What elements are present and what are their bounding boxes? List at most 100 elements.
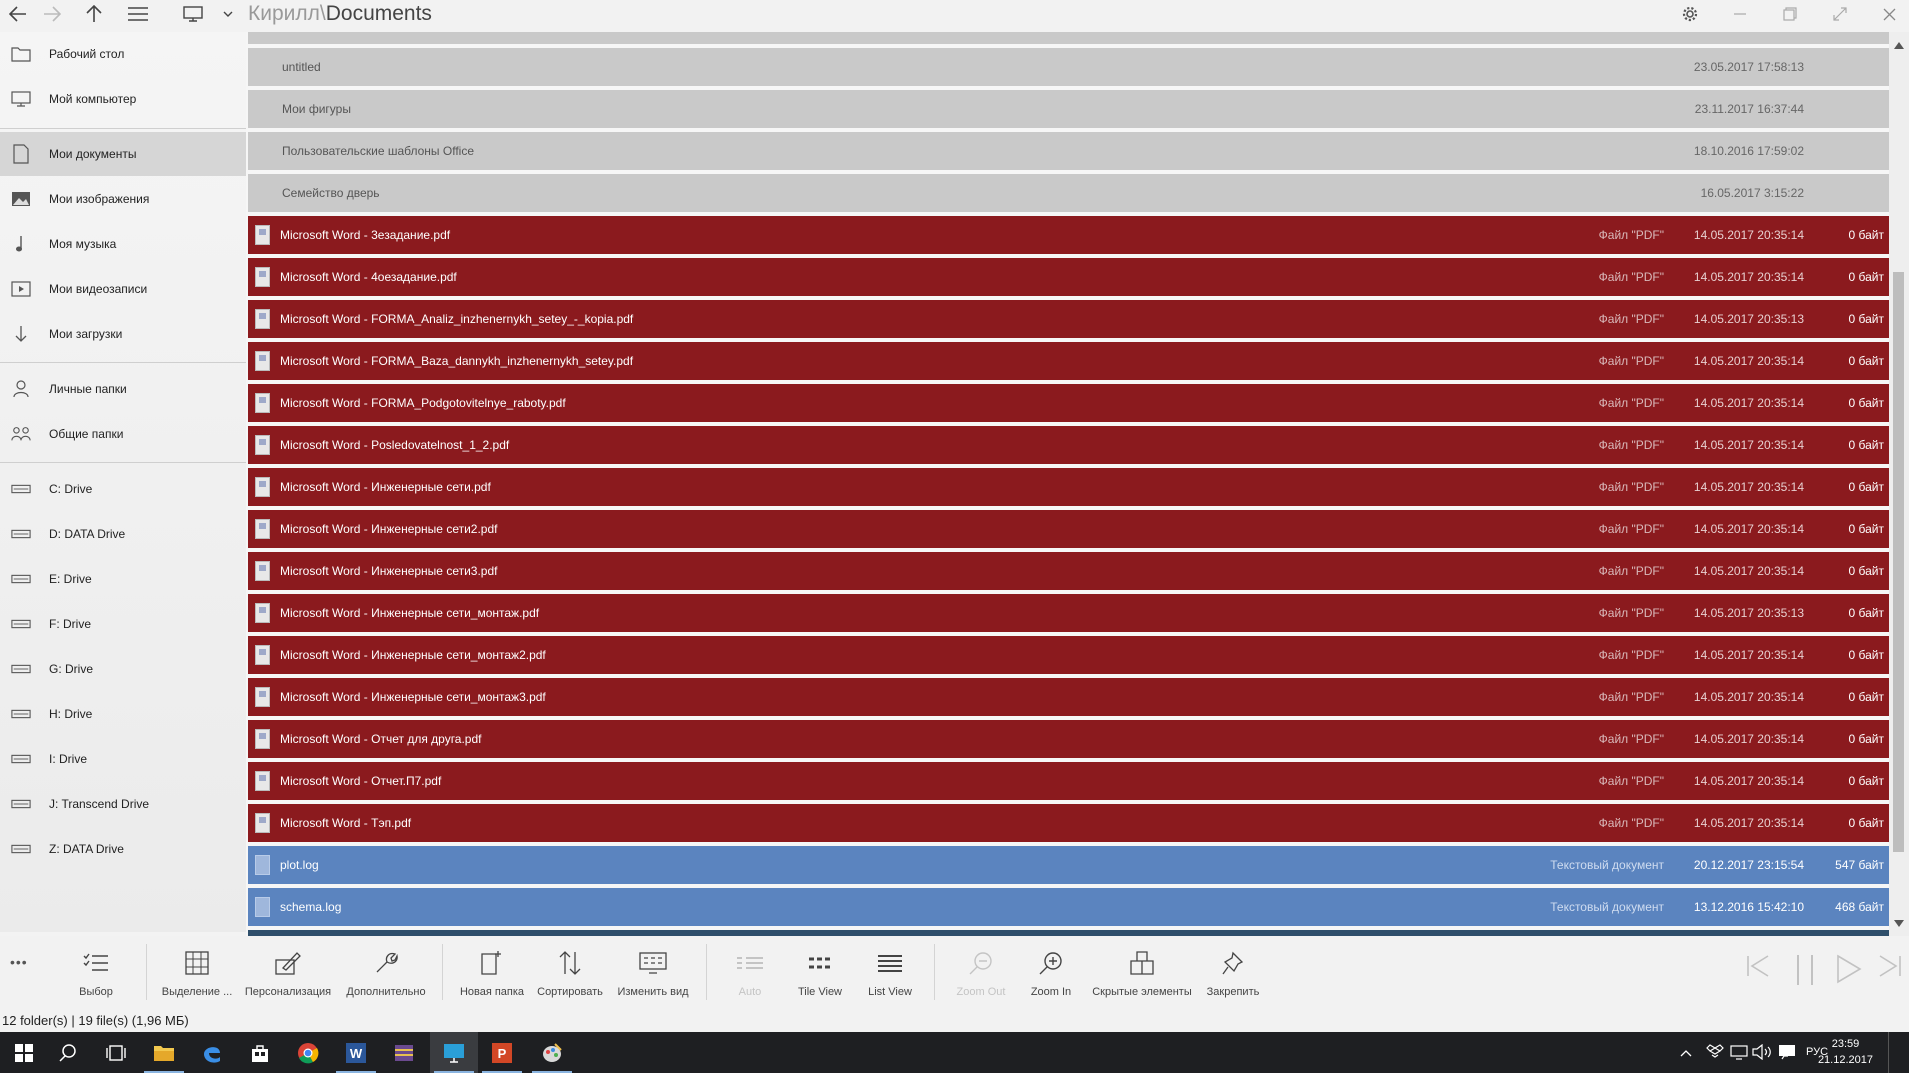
sidebar-item-drive-c[interactable]: C: Drive xyxy=(0,467,246,511)
up-button[interactable] xyxy=(76,0,112,28)
log-file-row[interactable]: schema.log Текстовый документ 13.12.2016… xyxy=(248,888,1889,926)
taskbar-edge[interactable] xyxy=(188,1032,236,1073)
pdf-file-row[interactable]: Microsoft Word - FORMA_Baza_dannykh_inzh… xyxy=(248,342,1889,380)
zoom-in-button[interactable]: Zoom In xyxy=(1020,936,1082,1008)
hidden-items-button[interactable]: Скрытые элементы xyxy=(1088,936,1196,1008)
auto-view-button[interactable]: Auto xyxy=(722,936,778,1008)
taskbar-word[interactable]: W xyxy=(332,1032,380,1073)
file-name: plot.log xyxy=(280,858,319,872)
new-folder-button[interactable]: Новая папка xyxy=(454,936,530,1008)
restore-button[interactable] xyxy=(1770,0,1810,28)
path-current[interactable]: Documents xyxy=(326,2,432,26)
sidebar-item-my-documents[interactable]: Мои документы xyxy=(0,132,246,176)
pdf-file-row[interactable]: Microsoft Word - Инженерные сети.pdf Фай… xyxy=(248,468,1889,506)
media-play-button[interactable] xyxy=(1836,954,1862,989)
path-dropdown[interactable] xyxy=(218,0,238,28)
sort-button[interactable]: Сортировать xyxy=(532,936,608,1008)
pdf-file-row[interactable]: Microsoft Word - Инженерные сети_монтаж2… xyxy=(248,636,1889,674)
dropbox-tray[interactable] xyxy=(1706,1044,1724,1063)
vertical-scrollbar[interactable] xyxy=(1889,32,1909,936)
chrome-icon xyxy=(298,1042,319,1063)
list-view-button[interactable]: List View xyxy=(862,936,918,1008)
pdf-file-row[interactable]: Microsoft Word - Инженерные сети_монтаж.… xyxy=(248,594,1889,632)
close-button[interactable] xyxy=(1869,0,1909,28)
sidebar-item-drive-j[interactable]: J: Transcend Drive xyxy=(0,782,246,826)
start-button[interactable] xyxy=(0,1032,48,1073)
this-pc-button[interactable] xyxy=(175,0,211,28)
pdf-file-row[interactable]: Microsoft Word - 4оезадание.pdf Файл "PD… xyxy=(248,258,1889,296)
pdf-file-row[interactable]: Microsoft Word - Инженерные сети2.pdf Фа… xyxy=(248,510,1889,548)
pdf-file-row[interactable]: Microsoft Word - Тэп.pdf Файл "PDF" 14.0… xyxy=(248,804,1889,842)
sidebar-item-drive-z[interactable]: Z: DATA Drive xyxy=(0,827,246,871)
volume-tray[interactable] xyxy=(1752,1043,1772,1065)
taskbar-paint[interactable] xyxy=(528,1032,576,1073)
tile-view-button[interactable]: Tile View xyxy=(792,936,848,1008)
address-path[interactable]: Кирилл\ Documents xyxy=(248,0,432,28)
sidebar-item-personal-folders[interactable]: Личные папки xyxy=(0,367,246,411)
pin-label: Закрепить xyxy=(1206,986,1260,998)
forward-button[interactable] xyxy=(34,0,70,28)
pdf-file-row[interactable]: Microsoft Word - FORMA_Analiz_inzhenerny… xyxy=(248,300,1889,338)
fullscreen-button[interactable] xyxy=(1820,0,1860,28)
folder-row[interactable]: untitled 23.05.2017 17:58:13 xyxy=(248,48,1889,86)
sidebar-item-drive-e[interactable]: E: Drive xyxy=(0,557,246,601)
taskbar-file-manager[interactable] xyxy=(430,1032,478,1073)
personalize-button[interactable]: Персонализация xyxy=(240,936,336,1008)
pdf-file-row[interactable]: Microsoft Word - Отчет для друга.pdf Фай… xyxy=(248,720,1889,758)
back-button[interactable] xyxy=(0,0,36,28)
pdf-file-row[interactable]: Microsoft Word - Posledovatelnost_1_2.pd… xyxy=(248,426,1889,464)
settings-button[interactable] xyxy=(1670,0,1710,28)
sidebar-item-drive-d[interactable]: D: DATA Drive xyxy=(0,512,246,556)
scroll-up-icon[interactable] xyxy=(1894,42,1904,49)
pdf-file-row[interactable]: Microsoft Word - 3езадание.pdf Файл "PDF… xyxy=(248,216,1889,254)
file-date: 14.05.2017 20:35:14 xyxy=(1693,690,1804,704)
change-view-button[interactable]: Изменить вид xyxy=(612,936,694,1008)
scroll-down-icon[interactable] xyxy=(1894,920,1904,927)
clock[interactable]: 23:59 21.12.2017 xyxy=(1818,1036,1873,1068)
sidebar-item-my-computer[interactable]: Мой компьютер xyxy=(0,77,246,121)
sidebar-item-drive-h[interactable]: H: Drive xyxy=(0,692,246,736)
select-button[interactable]: Выбор xyxy=(72,936,120,1008)
more-options-button[interactable]: ••• xyxy=(10,954,28,970)
pdf-file-row[interactable]: Microsoft Word - Отчет.П7.pdf Файл "PDF"… xyxy=(248,762,1889,800)
taskbar-app-archive[interactable] xyxy=(380,1032,428,1073)
task-view-button[interactable] xyxy=(92,1032,140,1073)
sidebar-item-drive-g[interactable]: G: Drive xyxy=(0,647,246,691)
media-pause-button[interactable] xyxy=(1794,954,1816,991)
menu-button[interactable] xyxy=(120,0,156,28)
taskbar-chrome[interactable] xyxy=(284,1032,332,1073)
taskbar-powerpoint[interactable]: P xyxy=(478,1032,526,1073)
selection-button[interactable]: Выделение ... xyxy=(158,936,236,1008)
more-options-command[interactable]: Дополнительно xyxy=(340,936,432,1008)
pdf-file-row[interactable]: Microsoft Word - Инженерные сети3.pdf Фа… xyxy=(248,552,1889,590)
scroll-thumb[interactable] xyxy=(1893,272,1904,852)
log-file-row[interactable]: plot.log Текстовый документ 20.12.2017 2… xyxy=(248,846,1889,884)
zoom-out-button[interactable]: Zoom Out xyxy=(950,936,1012,1008)
taskbar-store[interactable] xyxy=(236,1032,284,1073)
search-button[interactable] xyxy=(44,1032,92,1073)
pin-button[interactable]: Закрепить xyxy=(1200,936,1266,1008)
sidebar-item-drive-f[interactable]: F: Drive xyxy=(0,602,246,646)
media-next-button[interactable] xyxy=(1878,954,1902,983)
folder-row[interactable]: Пользовательские шаблоны Office 18.10.20… xyxy=(248,132,1889,170)
sidebar-item-desktop[interactable]: Рабочий стол xyxy=(0,32,246,76)
keyboard-tray[interactable] xyxy=(1778,1044,1796,1065)
folder-row[interactable]: Семейство дверь 16.05.2017 3:15:22 xyxy=(248,174,1889,212)
pdf-file-row[interactable]: Microsoft Word - FORMA_Podgotovitelnye_r… xyxy=(248,384,1889,422)
show-desktop-button[interactable] xyxy=(1888,1032,1909,1073)
sidebar-item-my-music[interactable]: Моя музыка xyxy=(0,222,246,266)
network-tray[interactable] xyxy=(1730,1044,1748,1065)
taskbar-explorer[interactable] xyxy=(140,1032,188,1073)
minimize-button[interactable] xyxy=(1720,0,1760,28)
sidebar-item-my-downloads[interactable]: Мои загрузки xyxy=(0,312,246,356)
pdf-file-row[interactable]: Microsoft Word - Инженерные сети_монтаж3… xyxy=(248,678,1889,716)
media-previous-button[interactable] xyxy=(1746,954,1770,983)
sidebar-item-drive-i[interactable]: I: Drive xyxy=(0,737,246,781)
sidebar-item-shared-folders[interactable]: Общие папки xyxy=(0,412,246,456)
sidebar-item-my-videos[interactable]: Мои видеозаписи xyxy=(0,267,246,311)
folder-row[interactable]: Мои фигуры 23.11.2017 16:37:44 xyxy=(248,90,1889,128)
path-prefix[interactable]: Кирилл\ xyxy=(248,2,326,26)
show-hidden-icons-button[interactable] xyxy=(1680,1044,1696,1060)
pdf-file-icon xyxy=(255,519,270,539)
sidebar-item-my-images[interactable]: Мои изображения xyxy=(0,177,246,221)
